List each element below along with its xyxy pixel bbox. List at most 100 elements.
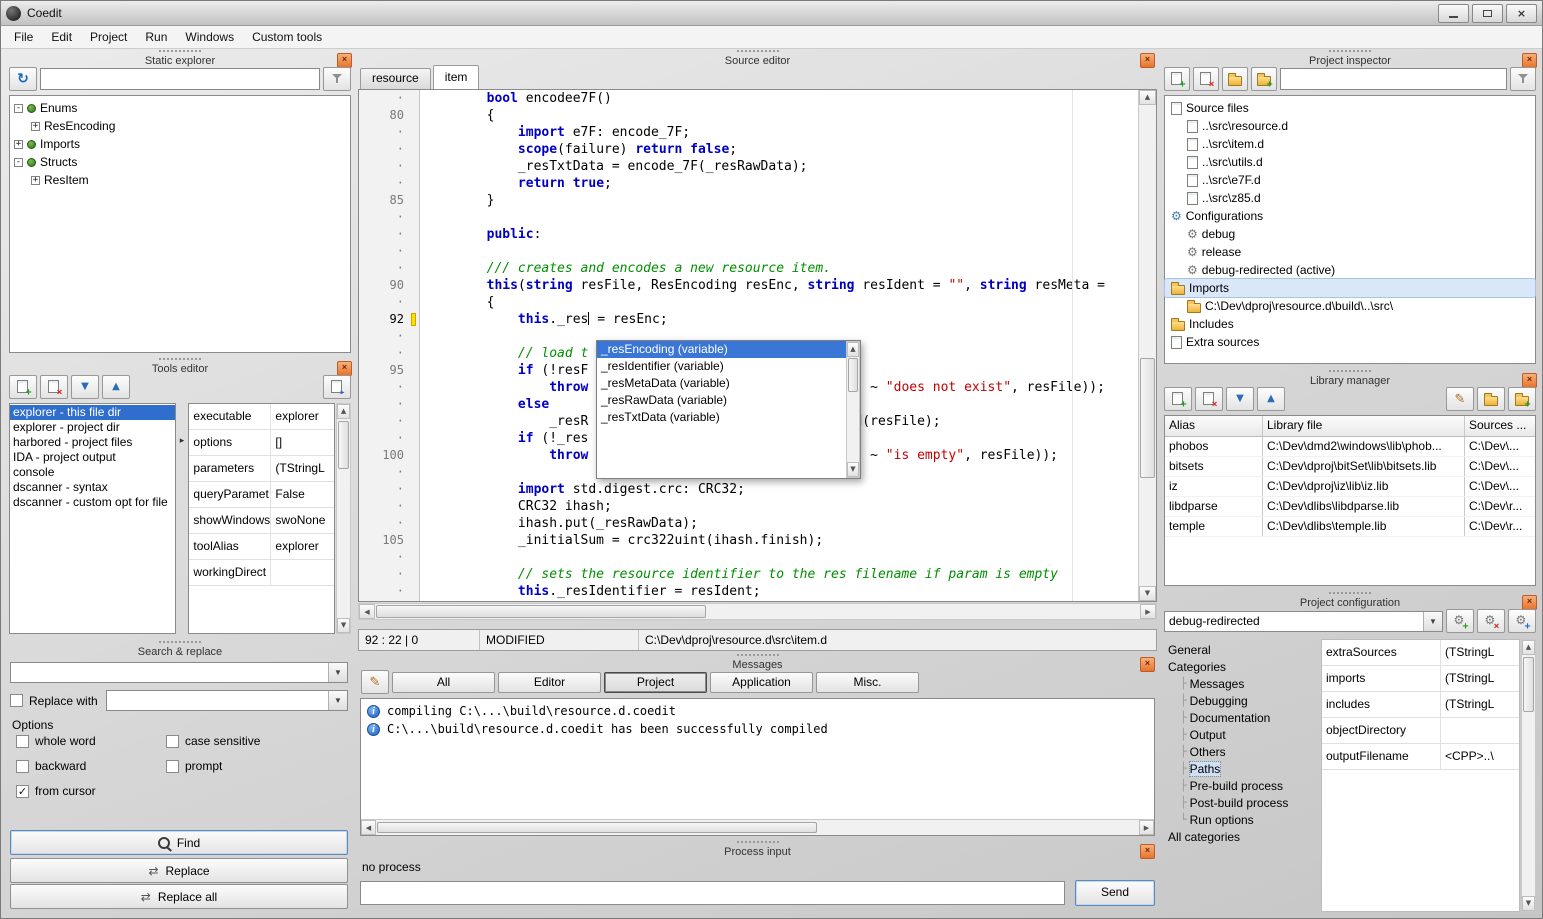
scroll-up-button[interactable]: ▲ (1139, 90, 1156, 105)
tool-list-item-console[interactable]: console (10, 465, 175, 480)
clone-configuration-button[interactable]: ⚙+ (1508, 609, 1536, 633)
library-row[interactable]: bitsetsC:\Dev\dproj\bitSet\lib\bitsets.l… (1165, 457, 1535, 477)
open-folder-button[interactable] (1222, 67, 1248, 91)
remove-tool-button[interactable]: × (40, 375, 68, 399)
config-category-paths[interactable]: ├Paths (1164, 760, 1316, 777)
config-category-output[interactable]: ├Output (1164, 726, 1316, 743)
editor-vertical-scrollbar[interactable]: ▲ ▼ (1138, 90, 1156, 601)
process-input-field[interactable] (360, 881, 1065, 905)
replace-term-combobox[interactable]: ▼ (106, 690, 348, 711)
move-tool-up-button[interactable]: ▲ (102, 375, 130, 399)
code-line[interactable]: // sets the resource identifier to the r… (424, 566, 1156, 583)
add-folder-button[interactable]: + (1251, 67, 1277, 91)
config-property-row[interactable]: objectDirectory (1322, 718, 1519, 744)
option-checkbox-from-cursor[interactable]: ✓from cursor (16, 784, 166, 798)
open-library-file-button[interactable] (1477, 387, 1505, 411)
add-library-button[interactable]: + (1164, 387, 1192, 411)
scroll-up-button[interactable]: ▲ (337, 404, 350, 419)
code-line[interactable]: { (424, 294, 1156, 311)
inspector-item-src-utils-d[interactable]: ..\src\utils.d (1165, 153, 1535, 171)
static-tree-item-structs[interactable]: -Structs (10, 153, 350, 171)
scroll-right-button[interactable]: ▶ (1140, 604, 1156, 619)
inspector-item-imports[interactable]: Imports (1165, 279, 1535, 297)
property-value[interactable]: (TStringL (1441, 692, 1519, 717)
move-library-up-button[interactable]: ▲ (1257, 387, 1285, 411)
library-column-library-file[interactable]: Library file (1263, 416, 1465, 436)
checkbox-box[interactable] (166, 760, 179, 773)
config-property-row[interactable]: includes(TStringL (1322, 692, 1519, 718)
property-value[interactable]: (TStringL (271, 456, 334, 481)
code-line[interactable]: import e7F: encode_7F; (424, 124, 1156, 141)
checkbox-box[interactable] (166, 735, 179, 748)
library-row[interactable]: libdparseC:\Dev\dlibs\libdparse.libC:\De… (1165, 497, 1535, 517)
inspector-item-debug[interactable]: ⚙debug (1165, 225, 1535, 243)
config-category-pre-build-process[interactable]: ├Pre-build process (1164, 777, 1316, 794)
scroll-up-button[interactable]: ▲ (1522, 640, 1535, 655)
scrollbar-thumb[interactable] (848, 358, 858, 392)
config-category-categories[interactable]: Categories (1164, 658, 1316, 675)
menu-item-custom-tools[interactable]: Custom tools (243, 27, 331, 47)
inspector-item-src-item-d[interactable]: ..\src\item.d (1165, 135, 1535, 153)
scroll-right-button[interactable]: ▶ (1139, 820, 1154, 835)
property-value[interactable] (271, 560, 334, 585)
static-tree-item-enums[interactable]: -Enums (10, 99, 350, 117)
tool-list-item-explorer-project-dir[interactable]: explorer - project dir (10, 420, 175, 435)
messages-filter-editor[interactable]: Editor (498, 672, 601, 693)
add-source-button[interactable]: + (1164, 67, 1190, 91)
option-checkbox-whole-word[interactable]: whole word (16, 734, 166, 748)
scroll-down-button[interactable]: ▼ (847, 462, 859, 477)
editor-horizontal-scrollbar[interactable]: ◀ ▶ (358, 603, 1157, 620)
scroll-left-button[interactable]: ◀ (359, 604, 375, 619)
scrollbar-thumb[interactable] (376, 605, 706, 618)
tree-expander-icon[interactable]: + (31, 122, 40, 131)
message-row[interactable]: iC:\...\build\resource.d.coedit has been… (361, 720, 1154, 738)
static-tree-item-resencoding[interactable]: +ResEncoding (10, 117, 350, 135)
config-property-row[interactable]: imports(TStringL (1322, 666, 1519, 692)
menu-item-file[interactable]: File (5, 27, 42, 47)
scrollbar-thumb[interactable] (1140, 358, 1155, 478)
tool-property-row[interactable]: queryParametFalse (189, 482, 334, 508)
property-value[interactable] (1441, 718, 1519, 743)
search-term-combobox[interactable]: ▼ (10, 662, 348, 683)
filter-button[interactable] (323, 67, 351, 91)
checkbox-box[interactable] (10, 694, 23, 707)
inspector-item-configurations[interactable]: ⚙Configurations (1165, 207, 1535, 225)
filter-button[interactable] (1510, 67, 1536, 91)
checkbox-box[interactable] (16, 735, 29, 748)
scrollbar-thumb[interactable] (338, 421, 349, 469)
menu-item-windows[interactable]: Windows (176, 27, 243, 47)
code-line[interactable]: this._res = resEnc; (424, 311, 1156, 328)
property-value[interactable]: (TStringL (1441, 666, 1519, 691)
scroll-left-button[interactable]: ◀ (361, 820, 376, 835)
menu-item-project[interactable]: Project (81, 27, 136, 47)
tool-property-row[interactable]: executableexplorer (189, 404, 334, 430)
messages-filter-project[interactable]: Project (604, 672, 707, 693)
menu-item-run[interactable]: Run (136, 27, 176, 47)
code-line[interactable]: { (424, 107, 1156, 124)
completion-scrollbar[interactable]: ▲ ▼ (846, 341, 860, 478)
inspector-item-source-files[interactable]: Source files (1165, 99, 1535, 117)
tree-expander-icon[interactable]: + (14, 140, 23, 149)
library-row[interactable]: phobosC:\Dev\dmd2\windows\lib\phob...C:\… (1165, 437, 1535, 457)
completion-item-resmetadata-variable[interactable]: _resMetaData (variable) (597, 375, 846, 392)
checkbox-box[interactable] (16, 760, 29, 773)
code-line[interactable] (424, 243, 1156, 260)
static-tree-item-imports[interactable]: +Imports (10, 135, 350, 153)
code-line[interactable]: this(string resFile, ResEncoding resEnc,… (424, 277, 1156, 294)
editor-tab-item[interactable]: item (433, 65, 480, 89)
config-category-documentation[interactable]: ├Documentation (1164, 709, 1316, 726)
scrollbar-thumb[interactable] (1523, 657, 1534, 712)
tool-property-row[interactable]: options[] (189, 430, 334, 456)
scroll-up-button[interactable]: ▲ (847, 342, 859, 357)
find-button[interactable]: Find (10, 830, 348, 855)
scroll-down-button[interactable]: ▼ (337, 618, 350, 633)
completion-item-resrawdata-variable[interactable]: _resRawData (variable) (597, 392, 846, 409)
code-line[interactable]: } (424, 192, 1156, 209)
tool-property-row[interactable]: toolAliasexplorer (189, 534, 334, 560)
replace-all-button[interactable]: ⇄ Replace all (10, 884, 348, 909)
tool-list-item-dscanner-custom-opt-for-file[interactable]: dscanner - custom opt for file (10, 495, 175, 510)
tree-expander-icon[interactable]: - (14, 104, 23, 113)
option-checkbox-case-sensitive[interactable]: case sensitive (166, 734, 348, 748)
inspector-item-c-dev-dproj-resource-d-build-src[interactable]: C:\Dev\dproj\resource.d\build\..\src\ (1165, 297, 1535, 315)
move-tool-down-button[interactable]: ▼ (71, 375, 99, 399)
